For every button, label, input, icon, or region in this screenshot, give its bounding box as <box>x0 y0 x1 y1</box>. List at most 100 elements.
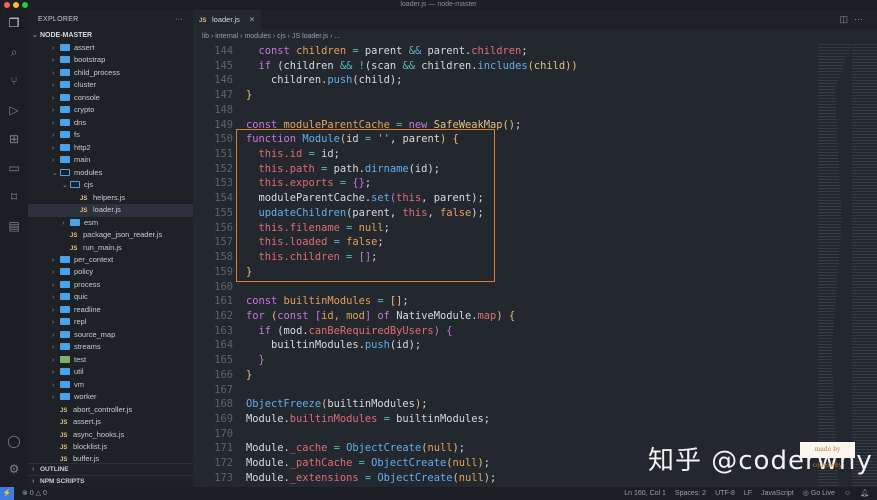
encoding[interactable]: UTF-8 <box>715 487 735 500</box>
maximize-window-button[interactable] <box>22 2 28 8</box>
close-tab-icon[interactable]: ✕ <box>249 10 255 30</box>
breadcrumb-item[interactable]: ... <box>334 33 340 40</box>
tree-item[interactable]: › main <box>28 154 193 166</box>
tree-item[interactable]: › bootstrap <box>28 54 193 66</box>
tree-item[interactable]: › dns <box>28 117 193 129</box>
code-line[interactable]: 158 this.children = []; <box>193 250 818 265</box>
tree-item[interactable]: JS run_main.js <box>28 242 193 254</box>
code-line[interactable]: 154 moduleParentCache.set(this, parent); <box>193 191 818 206</box>
more-actions-icon[interactable]: ⋯ <box>854 14 869 24</box>
bookmark-icon[interactable]: ⌑ <box>7 190 21 204</box>
problems-indicator[interactable]: ⊗ 0 △ 0 <box>22 487 47 500</box>
folder-icon[interactable]: ▤ <box>7 219 21 233</box>
notifications-icon[interactable]: 🔔︎ <box>860 487 869 500</box>
code-line[interactable]: 165 } <box>193 353 818 368</box>
tree-item[interactable]: JS package_json_reader.js <box>28 229 193 241</box>
tree-item[interactable]: › crypto <box>28 104 193 116</box>
outline-section[interactable]: › OUTLINE <box>28 463 193 475</box>
code-line[interactable]: 163 if (mod.canBeRequiredByUsers) { <box>193 324 818 339</box>
code-line[interactable]: 159} <box>193 265 818 280</box>
indentation[interactable]: Spaces: 2 <box>675 487 706 500</box>
remote-explorer-icon[interactable]: ▭ <box>7 161 21 175</box>
tree-item[interactable]: JS helpers.js <box>28 192 193 204</box>
breadcrumb-item[interactable]: modules <box>244 33 270 40</box>
tree-item[interactable]: › process <box>28 279 193 291</box>
tree-item[interactable]: › util <box>28 366 193 378</box>
code-line[interactable]: 162 for (const [id, mod] of NativeModule.… <box>193 309 818 324</box>
minimap[interactable] <box>818 44 877 487</box>
explorer-icon[interactable]: ❐ <box>7 16 21 30</box>
tree-item[interactable]: › child_process <box>28 67 193 79</box>
tree-item[interactable]: › fs <box>28 129 193 141</box>
breadcrumb-item[interactable]: internal <box>215 33 238 40</box>
workspace-root[interactable]: ⌄ NODE-MASTER <box>28 30 193 42</box>
breadcrumb-item[interactable]: JS loader.js <box>292 33 328 40</box>
code-line[interactable]: 167 <box>193 383 818 398</box>
npm-scripts-section[interactable]: › NPM SCRIPTS <box>28 475 193 487</box>
code-line[interactable]: 145 if (children && !(scan && children.i… <box>193 59 818 74</box>
code-line[interactable]: 144 const children = parent && parent.ch… <box>193 44 818 59</box>
code-line[interactable]: 160 <box>193 280 818 295</box>
tree-item[interactable]: JS async_hooks.js <box>28 429 193 441</box>
code-line[interactable]: 151 this.id = id; <box>193 147 818 162</box>
tree-item[interactable]: ⌄ modules <box>28 167 193 179</box>
code-line[interactable]: 156 this.filename = null; <box>193 221 818 236</box>
code-line[interactable]: 157 this.loaded = false; <box>193 235 818 250</box>
feedback-icon[interactable]: ☺ <box>844 487 851 500</box>
tree-item[interactable]: › http2 <box>28 142 193 154</box>
code-line[interactable]: 147} <box>193 88 818 103</box>
tree-item[interactable]: › test <box>28 354 193 366</box>
tree-item[interactable]: › worker <box>28 391 193 403</box>
source-control-icon[interactable]: ⑂ <box>7 74 21 88</box>
tree-item[interactable]: › assert <box>28 42 193 54</box>
minimize-window-button[interactable] <box>13 2 19 8</box>
code-line[interactable]: 169 Module.builtinModules = builtinModule… <box>193 412 818 427</box>
account-icon[interactable]: ◯ <box>7 434 21 448</box>
tree-item[interactable]: › cluster <box>28 79 193 91</box>
code-line[interactable]: 146 children.push(child); <box>193 73 818 88</box>
code-line[interactable]: 166} <box>193 368 818 383</box>
breadcrumb-item[interactable]: lib <box>202 33 209 40</box>
code-line[interactable]: 164 builtinModules.push(id); <box>193 338 818 353</box>
tree-item[interactable]: › console <box>28 92 193 104</box>
code-line[interactable]: 148 <box>193 103 818 118</box>
tree-item[interactable]: › streams <box>28 341 193 353</box>
code-line[interactable]: 152 this.path = path.dirname(id); <box>193 162 818 177</box>
extensions-icon[interactable]: ⊞ <box>7 132 21 146</box>
cursor-position[interactable]: Ln 160, Col 1 <box>624 487 666 500</box>
tree-item[interactable]: ⌄ cjs <box>28 179 193 191</box>
end-of-line[interactable]: LF <box>744 487 752 500</box>
search-icon[interactable]: ⌕ <box>7 45 21 59</box>
code-token: = <box>321 162 334 175</box>
tree-item[interactable]: JS abort_controller.js <box>28 404 193 416</box>
tree-item[interactable]: › repl <box>28 316 193 328</box>
code-line[interactable]: 161 const builtinModules = []; <box>193 294 818 309</box>
tree-item[interactable]: › quic <box>28 291 193 303</box>
code-line[interactable]: 153 this.exports = {}; <box>193 176 818 191</box>
language-mode[interactable]: JavaScript <box>761 487 794 500</box>
code-token: } <box>258 354 265 367</box>
close-window-button[interactable] <box>4 2 10 8</box>
code-line[interactable]: 155 updateChildren(parent, this, false); <box>193 206 818 221</box>
tree-item[interactable]: › policy <box>28 266 193 278</box>
run-debug-icon[interactable]: ▷ <box>7 103 21 117</box>
code-line[interactable]: 168 ObjectFreeze(builtinModules); <box>193 397 818 412</box>
code-editor[interactable]: 144 const children = parent && parent.ch… <box>193 44 818 487</box>
settings-gear-icon[interactable]: ⚙ <box>7 462 21 476</box>
tree-item[interactable]: JS loader.js <box>28 204 193 217</box>
more-actions-button[interactable]: ··· <box>175 10 183 30</box>
tree-item[interactable]: › vm <box>28 379 193 391</box>
tab-loader-js[interactable]: JS loader.js ✕ <box>193 10 261 30</box>
code-line[interactable]: 149 const moduleParentCache = new SafeWea… <box>193 118 818 133</box>
breadcrumb-item[interactable]: cjs <box>277 33 286 40</box>
go-live-button[interactable]: ◎ Go Live <box>803 487 835 500</box>
tree-item[interactable]: JS blocklist.js <box>28 441 193 453</box>
code-line[interactable]: 150 function Module(id = '', parent) { <box>193 132 818 147</box>
tree-item[interactable]: › per_context <box>28 254 193 266</box>
tree-item[interactable]: › esm <box>28 217 193 229</box>
split-editor-icon[interactable]: ◫ <box>839 14 854 24</box>
tree-item[interactable]: › readline <box>28 304 193 316</box>
remote-indicator-icon[interactable]: ⚡ <box>0 487 14 500</box>
tree-item[interactable]: › source_map <box>28 329 193 341</box>
tree-item[interactable]: JS assert.js <box>28 416 193 428</box>
